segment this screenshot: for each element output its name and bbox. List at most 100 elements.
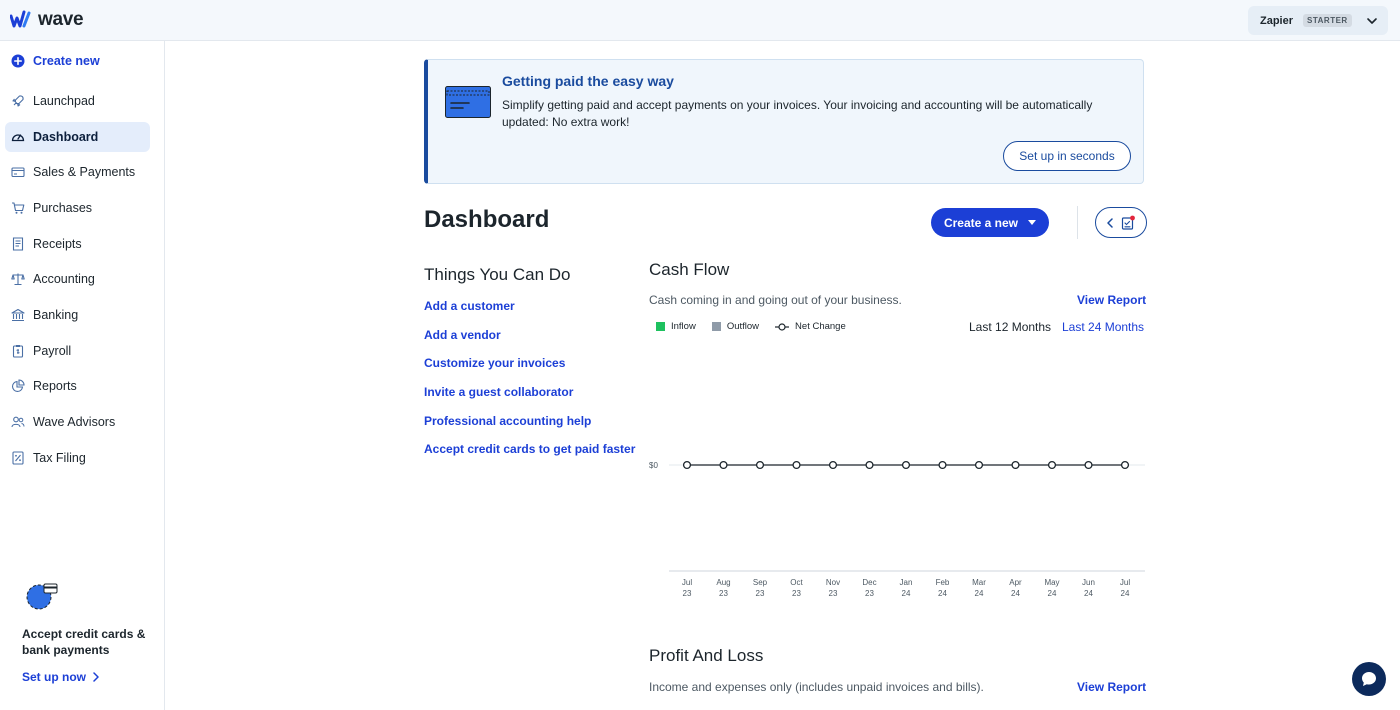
payments-banner: Getting paid the easy way Simplify getti… xyxy=(424,59,1144,184)
x-tick-label: Oct 23 xyxy=(790,578,803,598)
payments-promo: Accept credit cards & bank payments Set … xyxy=(22,581,152,684)
legend-net-change[interactable]: Net Change xyxy=(775,321,846,332)
legend-inflow[interactable]: Inflow xyxy=(656,321,696,332)
customize-invoices-link[interactable]: Customize your invoices xyxy=(424,356,635,385)
sidebar-create-label: Create new xyxy=(33,54,100,68)
receipt-icon xyxy=(12,237,24,251)
accounting-help-link[interactable]: Professional accounting help xyxy=(424,414,635,443)
net-change-point xyxy=(974,460,984,470)
cash-flow-title: Cash Flow xyxy=(649,260,730,279)
sidebar-item-receipts[interactable]: Receipts xyxy=(5,229,150,259)
net-change-point xyxy=(828,460,838,470)
sidebar-item-label: Tax Filing xyxy=(33,451,86,465)
dashboard-icon xyxy=(11,134,25,142)
business-name: Zapier xyxy=(1260,14,1294,27)
x-tick-label: Dec 23 xyxy=(862,578,876,598)
last-12-months-toggle[interactable]: Last 12 Months xyxy=(969,320,1051,334)
cash-flow-chart: $0 Jul 23 Aug 23 Sep 23 Oct 23 Nov 23 Dec 23 Jan 24 Feb… xyxy=(649,460,1145,598)
net-change-point xyxy=(1011,460,1020,470)
sidebar-item-wave-advisors[interactable]: Wave Advisors xyxy=(5,407,150,437)
sidebar-item-tax-filing[interactable]: Tax Filing xyxy=(5,443,150,473)
profit-loss-title: Profit And Loss xyxy=(649,646,764,665)
last-24-months-toggle[interactable]: Last 24 Months xyxy=(1062,320,1144,334)
invite-guest-link[interactable]: Invite a guest collaborator xyxy=(424,385,635,414)
cart-icon xyxy=(12,202,25,214)
set-up-now-link[interactable]: Set up now xyxy=(22,670,152,684)
rocket-icon xyxy=(12,95,24,107)
sidebar-item-launchpad[interactable]: Launchpad xyxy=(5,86,150,116)
things-title: Things You Can Do xyxy=(424,265,571,284)
bank-icon xyxy=(11,308,25,322)
sidebar-create-new[interactable]: Create new xyxy=(5,46,150,76)
things-list: Add a customer Add a vendor Customize yo… xyxy=(424,299,635,471)
net-change-point xyxy=(755,460,765,470)
add-customer-link[interactable]: Add a customer xyxy=(424,299,635,328)
net-change-point xyxy=(901,460,911,470)
sidebar: Create new Launchpad Dashboard Sales & P… xyxy=(0,41,165,710)
x-tick-label: Nov 23 xyxy=(826,578,840,598)
x-tick-label: Jul 24 xyxy=(1120,578,1130,598)
cash-flow-subtitle: Cash coming in and going out of your bus… xyxy=(649,293,902,307)
net-change-point xyxy=(682,460,692,470)
checklist-toggle-button[interactable] xyxy=(1095,207,1147,238)
pie-chart-icon xyxy=(11,379,25,393)
net-change-point xyxy=(865,460,874,470)
wave-logo[interactable]: wave xyxy=(10,9,84,31)
add-vendor-link[interactable]: Add a vendor xyxy=(424,328,635,357)
card-icon xyxy=(11,167,25,178)
net-change-marker-icon xyxy=(775,322,790,331)
promo-text: Accept credit cards & bank payments xyxy=(22,627,146,657)
percent-doc-icon xyxy=(12,451,24,465)
create-a-new-label: Create a new xyxy=(943,215,1019,230)
chevron-right-icon xyxy=(93,672,99,682)
set-up-now-label: Set up now xyxy=(22,670,86,684)
chevron-left-icon xyxy=(1107,217,1113,228)
chat-button[interactable] xyxy=(1352,662,1386,696)
wave-logo-icon xyxy=(10,10,31,28)
sidebar-item-accounting[interactable]: Accounting xyxy=(5,264,150,294)
x-tick-label: Jun 24 xyxy=(1082,578,1095,598)
app-name: wave xyxy=(38,9,84,30)
sidebar-item-label: Sales & Payments xyxy=(33,165,136,179)
sidebar-item-label: Payroll xyxy=(33,344,72,358)
sidebar-item-label: Receipts xyxy=(33,237,82,251)
profit-loss-view-report-link[interactable]: View Report xyxy=(1077,680,1146,694)
set-up-in-seconds-button[interactable]: Set up in seconds xyxy=(1003,141,1131,171)
sidebar-item-label: Reports xyxy=(33,379,77,393)
create-a-new-button[interactable]: Create a new xyxy=(931,208,1049,237)
legend-outflow-label: Outflow xyxy=(726,321,760,332)
credit-card-globe-icon xyxy=(26,583,58,610)
sidebar-item-banking[interactable]: Banking xyxy=(5,300,150,330)
legend-outflow[interactable]: Outflow xyxy=(711,321,760,332)
business-switcher[interactable]: Zapier STARTER xyxy=(1248,6,1388,35)
plan-badge: STARTER xyxy=(1303,14,1352,27)
legend-inflow-label: Inflow xyxy=(671,321,696,332)
chat-bubble-icon xyxy=(1362,672,1376,686)
sidebar-item-reports[interactable]: Reports xyxy=(5,371,150,401)
net-change-point xyxy=(1047,460,1057,470)
header-divider xyxy=(1077,206,1078,239)
banner-title: Getting paid the easy way xyxy=(502,73,674,89)
banner-body: Simplify getting paid and accept payment… xyxy=(502,98,1093,129)
net-change-point xyxy=(792,460,801,470)
plus-circle-icon xyxy=(11,54,25,68)
net-change-point xyxy=(1084,460,1093,470)
sidebar-item-label: Launchpad xyxy=(33,94,95,108)
inflow-swatch xyxy=(656,322,665,331)
credit-card-icon xyxy=(445,86,491,118)
clipboard-icon xyxy=(12,345,24,358)
net-change-point xyxy=(938,460,947,470)
y-tick-label: $0 xyxy=(649,461,658,470)
outflow-swatch xyxy=(711,322,721,331)
x-tick-label: Aug 23 xyxy=(716,578,730,598)
sidebar-item-payroll[interactable]: Payroll xyxy=(5,336,150,366)
net-change-point xyxy=(1120,460,1130,470)
accept-credit-cards-link[interactable]: Accept credit cards to get paid faster xyxy=(424,442,635,471)
sidebar-item-label: Accounting xyxy=(33,272,95,286)
sidebar-item-sales-payments[interactable]: Sales & Payments xyxy=(5,157,150,187)
checklist-icon xyxy=(1121,215,1135,230)
x-tick-label: Jan 24 xyxy=(900,578,913,598)
sidebar-item-dashboard[interactable]: Dashboard xyxy=(5,122,150,152)
cash-flow-view-report-link[interactable]: View Report xyxy=(1077,293,1146,307)
sidebar-item-purchases[interactable]: Purchases xyxy=(5,193,150,223)
